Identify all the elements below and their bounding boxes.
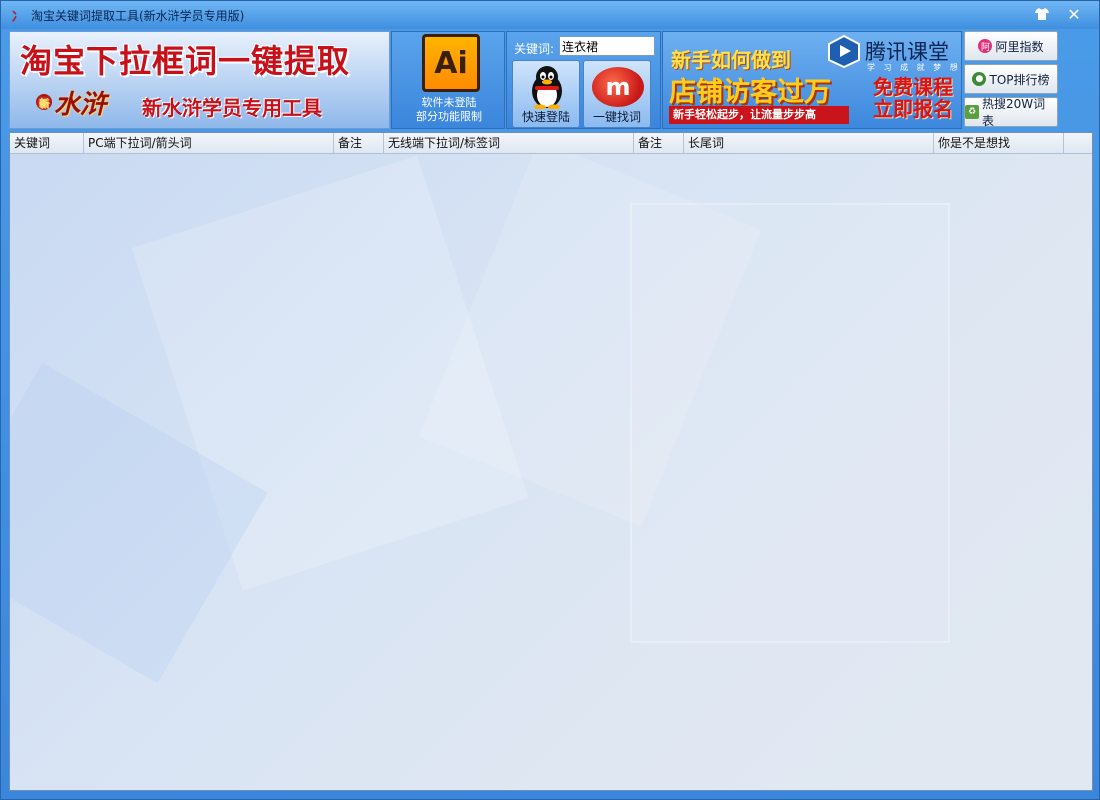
- column-header-long-tail[interactable]: 长尾词: [684, 133, 934, 154]
- column-header-did-you-mean[interactable]: 你是不是想找: [934, 133, 1064, 154]
- hot-search-label: 热搜20W词表: [981, 97, 1046, 128]
- ali-index-button[interactable]: 阿 阿里指数: [964, 31, 1058, 61]
- login-status: 软件未登陆 部分功能限制: [392, 96, 506, 124]
- play-logo-icon: [828, 34, 860, 68]
- ali-icon-text: 阿: [980, 42, 990, 53]
- ad-cta: 免费课程 立即报名: [867, 76, 959, 120]
- close-icon: ✕: [1067, 4, 1081, 24]
- tencent-slogan: 学 习 成 就 梦 想: [867, 63, 961, 72]
- banner-subtitle: 新水浒学员专用工具: [142, 96, 322, 120]
- quick-login-button[interactable]: 快速登陆: [512, 60, 580, 128]
- keyword-label: 关键词:: [514, 42, 555, 56]
- toolbar: 淘宝下拉框词一键提取 新 水浒 新水浒学员专用工具 Ai 软件未登陆 部分功能限…: [9, 31, 1091, 129]
- globe-icon: ●: [972, 72, 987, 86]
- m-logo-text: m: [605, 73, 631, 101]
- ali-index-label: 阿里指数: [995, 39, 1044, 54]
- banner-title: 淘宝下拉框词一键提取: [20, 42, 351, 80]
- column-header-mobile-dropdown[interactable]: 无线端下拉词/标签词: [384, 133, 634, 154]
- ad-tagline: 新手轻松起步，让流量步步高: [669, 106, 849, 124]
- logo-badge: 新: [36, 94, 52, 110]
- ad-headline: 新手如何做到: [671, 48, 791, 72]
- quick-login-label: 快速登陆: [521, 110, 570, 124]
- column-header-note-2[interactable]: 备注: [634, 133, 684, 154]
- title-bar[interactable]: 冫 淘宝关键词提取工具(新水浒学员专用版) ✕: [1, 1, 1099, 29]
- skin-button[interactable]: [1027, 4, 1057, 24]
- column-header-pc-dropdown[interactable]: PC端下拉词/箭头词: [84, 133, 334, 154]
- shirt-icon: [1035, 8, 1049, 20]
- keyword-panel: 关键词: 快速登陆: [506, 31, 661, 129]
- ad-cta-line-2: 立即报名: [873, 97, 953, 121]
- results-grid[interactable]: 关键词 PC端下拉词/箭头词 备注 无线端下拉词/标签词 备注 长尾词 你是不是…: [9, 132, 1093, 791]
- login-panel: Ai 软件未登陆 部分功能限制: [391, 31, 505, 129]
- close-button[interactable]: ✕: [1059, 4, 1089, 24]
- ali-icon: 阿: [978, 39, 993, 53]
- column-header-keyword[interactable]: 关键词: [10, 133, 84, 154]
- ai-icon[interactable]: Ai: [422, 34, 480, 92]
- ad-cta-line-1: 免费课程: [873, 75, 953, 99]
- status-line-2: 部分功能限制: [416, 110, 482, 123]
- shuihu-logo: 新 水浒: [36, 84, 132, 124]
- column-header-note-1[interactable]: 备注: [334, 133, 384, 154]
- penguin-icon: [532, 66, 562, 109]
- hot-search-button[interactable]: ♻ 热搜20W词表: [964, 97, 1058, 128]
- background-decoration: [630, 203, 950, 643]
- recycle-icon: ♻: [965, 105, 979, 119]
- status-line-1: 软件未登陆: [421, 96, 477, 109]
- top-rank-button[interactable]: ● TOP排行榜: [964, 64, 1058, 94]
- window-title: 淘宝关键词提取工具(新水浒学员专用版): [31, 8, 245, 23]
- logo-text: 水浒: [54, 90, 107, 120]
- main-window: 冫 淘宝关键词提取工具(新水浒学员专用版) ✕ 淘宝下拉框词一键提取 新 水浒 …: [0, 0, 1100, 800]
- banner: 淘宝下拉框词一键提取 新 水浒 新水浒学员专用工具: [9, 31, 390, 129]
- grid-header: 关键词 PC端下拉词/箭头词 备注 无线端下拉词/标签词 备注 长尾词 你是不是…: [10, 133, 1092, 154]
- ad-main-text: 店铺访客过万: [669, 77, 831, 108]
- keyword-input[interactable]: [559, 36, 655, 56]
- shuihu-icon: 冫: [11, 9, 25, 25]
- top-rank-label: TOP排行榜: [989, 72, 1050, 87]
- find-words-button[interactable]: m 一键找词: [583, 60, 651, 128]
- tencent-ad[interactable]: 新手如何做到 店铺访客过万 新手轻松起步，让流量步步高 腾讯课堂 学 习 成 就…: [662, 31, 962, 129]
- ai-icon-text: Ai: [434, 45, 468, 81]
- m-logo-icon: m: [592, 67, 644, 107]
- find-words-label: 一键找词: [592, 110, 641, 124]
